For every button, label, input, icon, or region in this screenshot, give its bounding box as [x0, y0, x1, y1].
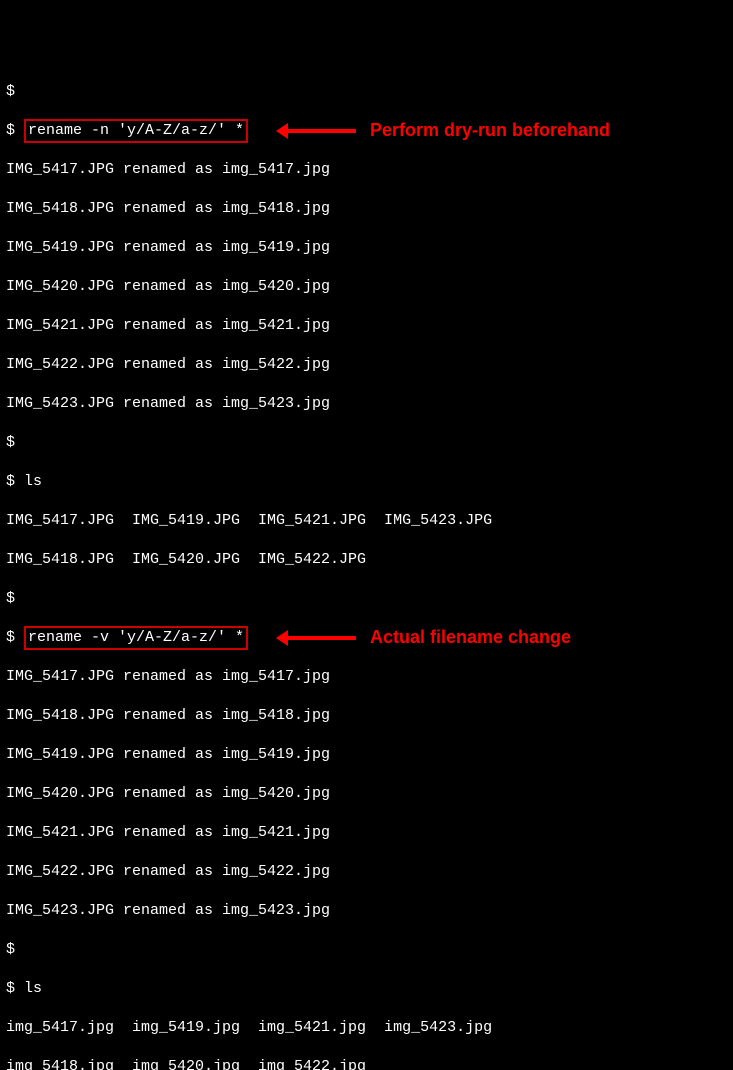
output-line: img_5418.jpg img_5420.jpg img_5422.jpg — [6, 1057, 727, 1070]
output-line: IMG_5422.JPG renamed as img_5422.jpg — [6, 355, 727, 375]
output-line: IMG_5417.JPG IMG_5419.JPG IMG_5421.JPG I… — [6, 511, 727, 531]
ls-command-line-2[interactable]: $ ls — [6, 979, 727, 999]
arrow-left-icon — [286, 129, 356, 133]
shell-prompt: $ — [6, 122, 24, 139]
output-line: IMG_5418.JPG renamed as img_5418.jpg — [6, 706, 727, 726]
highlighted-command-2: rename -v 'y/A-Z/a-z/' * — [24, 626, 248, 650]
output-line: IMG_5417.JPG renamed as img_5417.jpg — [6, 160, 727, 180]
shell-prompt: $ — [6, 980, 24, 997]
command-line-1[interactable]: $ rename -n 'y/A-Z/a-z/' * Perform dry-ru… — [6, 121, 727, 141]
command-line-2[interactable]: $ rename -v 'y/A-Z/a-z/' * Actual filenam… — [6, 628, 727, 648]
annotation-text-1: Perform dry-run beforehand — [370, 119, 610, 142]
ls-command-line-1[interactable]: $ ls — [6, 472, 727, 492]
highlighted-command-1: rename -n 'y/A-Z/a-z/' * — [24, 119, 248, 143]
shell-prompt: $ — [6, 629, 24, 646]
output-line: IMG_5418.JPG IMG_5420.JPG IMG_5422.JPG — [6, 550, 727, 570]
ls-command: ls — [24, 473, 42, 490]
shell-prompt: $ — [6, 83, 15, 100]
prompt-line[interactable]: $ — [6, 589, 727, 609]
output-line: IMG_5423.JPG renamed as img_5423.jpg — [6, 394, 727, 414]
output-line: IMG_5417.JPG renamed as img_5417.jpg — [6, 667, 727, 687]
prompt-line[interactable]: $ — [6, 940, 727, 960]
annotation-2: Actual filename change — [286, 626, 571, 649]
output-line: IMG_5423.JPG renamed as img_5423.jpg — [6, 901, 727, 921]
shell-prompt: $ — [6, 590, 15, 607]
shell-prompt: $ — [6, 473, 24, 490]
annotation-text-2: Actual filename change — [370, 626, 571, 649]
shell-prompt: $ — [6, 434, 15, 451]
ls-command: ls — [24, 980, 42, 997]
arrow-left-icon — [286, 636, 356, 640]
output-line: IMG_5419.JPG renamed as img_5419.jpg — [6, 745, 727, 765]
output-line: IMG_5421.JPG renamed as img_5421.jpg — [6, 316, 727, 336]
annotation-1: Perform dry-run beforehand — [286, 119, 610, 142]
output-line: IMG_5420.JPG renamed as img_5420.jpg — [6, 784, 727, 804]
output-line: IMG_5422.JPG renamed as img_5422.jpg — [6, 862, 727, 882]
output-line: IMG_5421.JPG renamed as img_5421.jpg — [6, 823, 727, 843]
prompt-line[interactable]: $ — [6, 433, 727, 453]
prompt-line[interactable]: $ — [6, 82, 727, 102]
output-line: IMG_5420.JPG renamed as img_5420.jpg — [6, 277, 727, 297]
output-line: IMG_5418.JPG renamed as img_5418.jpg — [6, 199, 727, 219]
shell-prompt: $ — [6, 941, 15, 958]
output-line: IMG_5419.JPG renamed as img_5419.jpg — [6, 238, 727, 258]
output-line: img_5417.jpg img_5419.jpg img_5421.jpg i… — [6, 1018, 727, 1038]
